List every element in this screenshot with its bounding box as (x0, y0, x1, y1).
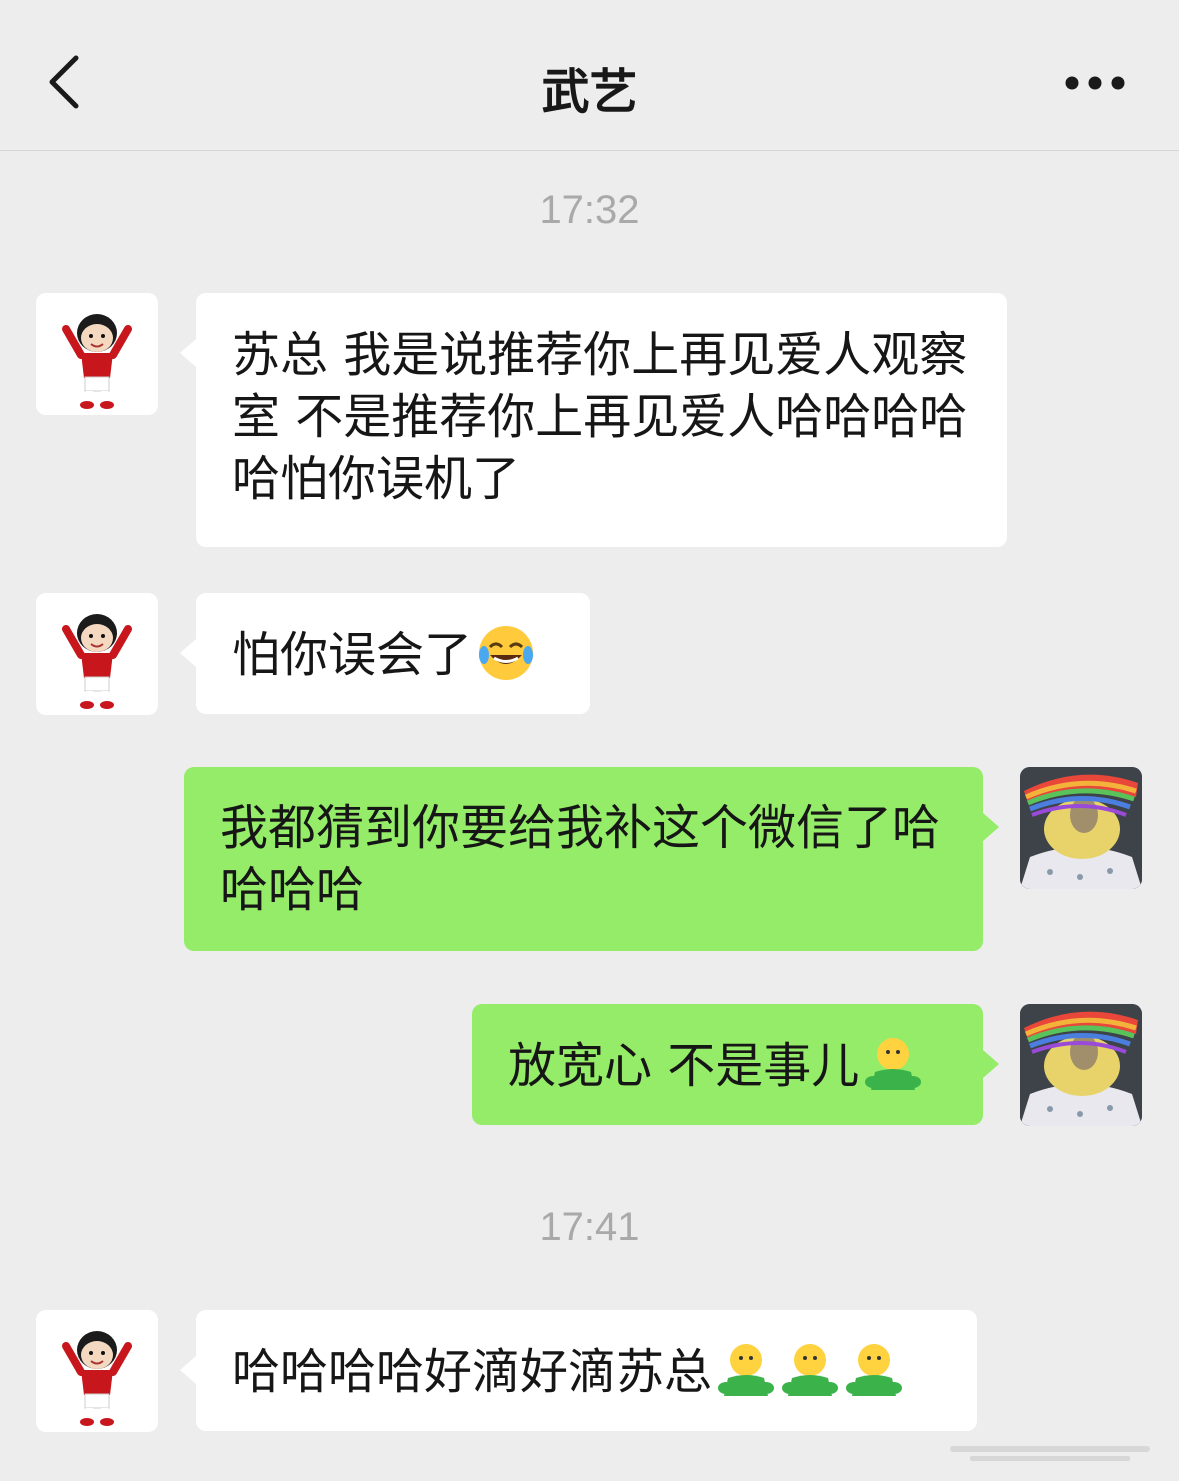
message-bubble-incoming[interactable]: 怕你误会了 (180, 593, 590, 714)
my-avatar[interactable] (1020, 767, 1142, 889)
message-text: 哈哈哈哈好滴好滴苏总 (232, 1344, 713, 1400)
cartoon-boy-avatar-icon (62, 1331, 132, 1426)
more-dots-icon (1065, 76, 1125, 90)
chat-header: 武艺 (0, 0, 1179, 151)
contact-avatar[interactable] (36, 593, 158, 715)
message-bubble-outgoing[interactable]: 我都猜到你要给我补这个微信了哈哈哈哈 (184, 767, 999, 951)
message-text: 我都猜到你要给我补这个微信了哈哈哈哈 (220, 800, 941, 918)
message-text: 放宽心 不是事儿 (508, 1038, 860, 1094)
my-avatar[interactable] (1020, 1004, 1142, 1126)
hug-emoji (846, 1344, 903, 1396)
message-bubble-outgoing[interactable]: 放宽心 不是事儿 (472, 1004, 999, 1125)
watermark-logo-icon (950, 1446, 1150, 1461)
timestamp: 17:32 (539, 188, 640, 232)
hug-emoji (782, 1344, 839, 1396)
message-text: 苏总 我是说推荐你上再见爱人观察室 不是推荐你上再见爱人哈哈哈哈哈怕你误机了 (232, 327, 968, 507)
message-bubble-incoming[interactable]: 哈哈哈哈好滴好滴苏总 (180, 1310, 977, 1431)
timestamp: 17:41 (539, 1205, 640, 1249)
laughing-tears-emoji (479, 626, 534, 680)
cartoon-boy-avatar-icon (62, 614, 132, 709)
hug-emoji (865, 1038, 922, 1090)
message-bubble-incoming[interactable]: 苏总 我是说推荐你上再见爱人观察室 不是推荐你上再见爱人哈哈哈哈哈怕你误机了 (180, 293, 1007, 547)
message-text: 怕你误会了 (232, 627, 473, 683)
contact-avatar[interactable] (36, 293, 158, 415)
contact-avatar[interactable] (36, 1310, 158, 1432)
more-button[interactable] (1062, 70, 1128, 96)
hug-emoji (718, 1344, 775, 1396)
cartoon-boy-avatar-icon (62, 314, 132, 409)
rainbow-hat-doll-avatar-icon (1020, 1004, 1142, 1126)
chat-title: 武艺 (541, 64, 638, 120)
rainbow-hat-doll-avatar-icon (1020, 767, 1142, 889)
